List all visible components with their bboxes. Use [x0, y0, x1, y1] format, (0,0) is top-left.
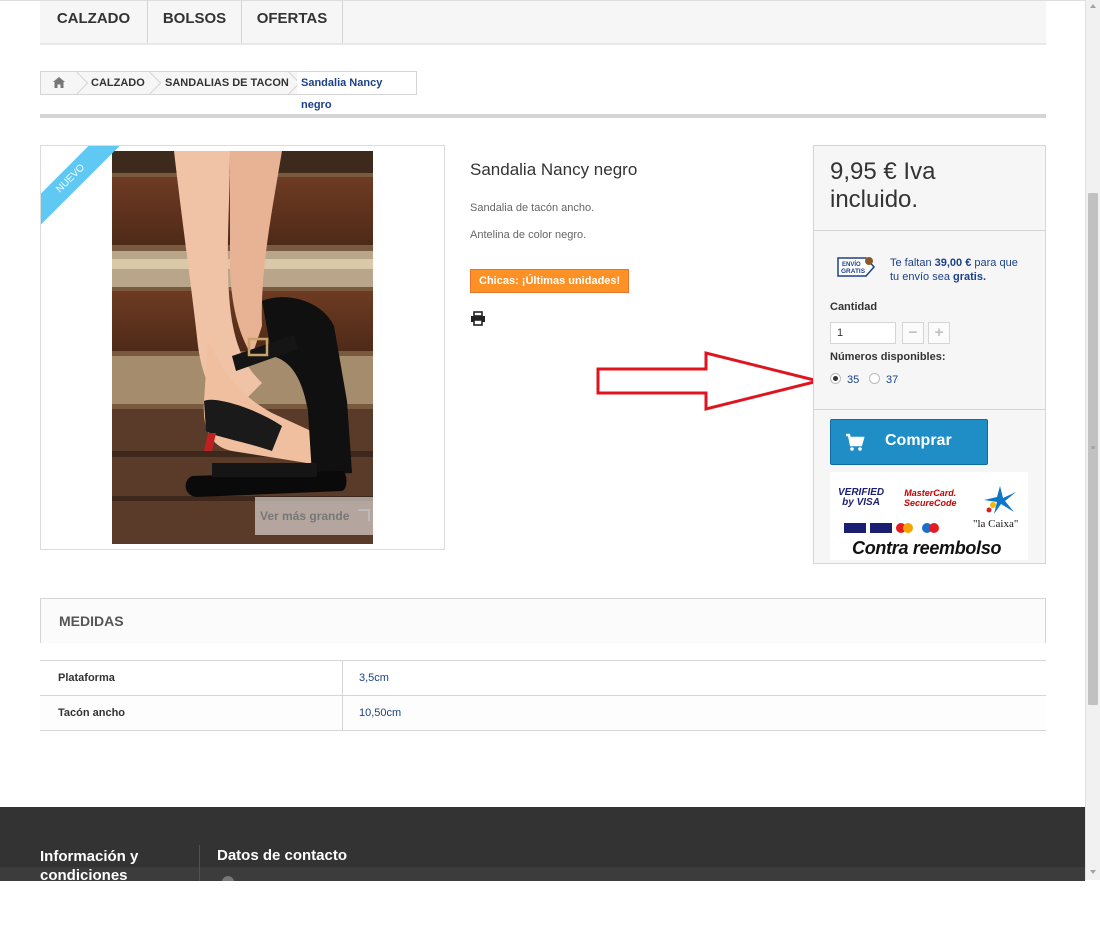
la-caixa-star-icon: [984, 486, 1016, 514]
breadcrumb-separator: [73, 73, 83, 93]
zoom-label: Ver más grande: [260, 509, 350, 523]
size-label: 35: [847, 374, 860, 386]
home-icon: [53, 77, 65, 88]
cart-icon: [846, 433, 865, 451]
buy-box: 9,95 € Iva incluido. ENVÍO GRATIS Te fal…: [813, 145, 1046, 564]
footer-contact-heading[interactable]: Datos de contacto: [217, 847, 347, 864]
svg-text:ENVÍO: ENVÍO: [842, 260, 861, 268]
grip-icon: ≡: [1091, 445, 1096, 452]
radio-unselected[interactable]: [869, 373, 880, 384]
scrollbar-thumb[interactable]: ≡: [1088, 193, 1098, 705]
menu-item-calzado[interactable]: CALZADO: [40, 1, 148, 43]
section-divider: [40, 114, 1046, 118]
card-logos-icon: [844, 523, 939, 533]
product-photo[interactable]: Ver más grande: [112, 151, 373, 544]
footer-info-heading[interactable]: Información y condiciones: [40, 847, 180, 881]
buy-button[interactable]: Comprar: [830, 419, 988, 465]
sandal-photo-icon: [112, 151, 373, 544]
quantity-plus-button[interactable]: +: [928, 322, 950, 344]
buy-button-label: Comprar: [885, 432, 952, 449]
breadcrumb-separator: [146, 73, 156, 93]
radio-selected[interactable]: [830, 373, 841, 384]
product-price: 9,95 € Iva incluido.: [830, 158, 936, 213]
svg-text:GRATIS: GRATIS: [841, 268, 866, 275]
quantity-minus-button[interactable]: −: [902, 322, 924, 344]
footer: Información y condiciones Datos de conta…: [0, 807, 1085, 881]
breadcrumb-separator: [285, 73, 295, 93]
scroll-down-arrow-icon[interactable]: [1090, 870, 1096, 874]
free-shipping-text: Te faltan 39,00 € para que tu envío sea …: [890, 256, 1030, 284]
row-key: Tacón ancho: [58, 707, 126, 719]
location-pin-icon: [222, 876, 234, 881]
size-option-37[interactable]: 37: [869, 373, 898, 386]
row-value: 10,50cm: [342, 696, 1039, 730]
scroll-up-arrow-icon[interactable]: [1090, 4, 1096, 8]
quantity-input[interactable]: 1: [830, 322, 896, 344]
table-row: Tacón ancho 10,50cm: [40, 695, 1046, 731]
table-row: Plataforma 3,5cm: [40, 660, 1046, 695]
measurements-table: Plataforma 3,5cm Tacón ancho 10,50cm: [40, 660, 1046, 731]
mc-line: MasterCard.: [904, 488, 957, 498]
breadcrumb-item-calzado[interactable]: CALZADO: [91, 72, 145, 94]
zoom-button[interactable]: Ver más grande: [255, 497, 373, 535]
mastercard-securecode-logo: MasterCard. SecureCode: [904, 488, 957, 508]
breadcrumb-current: Sandalia Nancy negro: [297, 72, 416, 111]
cash-on-delivery-logo: Contra reembolso: [852, 538, 1002, 558]
shipping-suffix: gratis.: [953, 271, 987, 283]
product-description-line: Antelina de color negro.: [470, 229, 587, 241]
sizes-label: Números disponibles:: [830, 351, 946, 363]
shipping-prefix: Te faltan: [890, 257, 935, 269]
menu-item-bolsos[interactable]: BOLSOS: [148, 1, 242, 43]
menu-item-ofertas[interactable]: OFERTAS: [242, 1, 343, 43]
top-menu: CALZADO BOLSOS OFERTAS: [40, 1, 1046, 45]
measurements-section-header: MEDIDAS: [40, 598, 1046, 643]
visa-line: by VISA: [842, 497, 880, 508]
mc-line: SecureCode: [904, 498, 957, 508]
size-label: 37: [886, 374, 899, 386]
expand-icon: [358, 509, 370, 521]
breadcrumb: CALZADO SANDALIAS DE TACON Sandalia Nanc…: [40, 71, 417, 111]
measurements-title: MEDIDAS: [59, 613, 124, 629]
footer-divider: [199, 845, 200, 881]
printer-icon[interactable]: [470, 311, 486, 327]
row-key: Plataforma: [58, 672, 115, 684]
shipping-amount: 39,00 €: [934, 257, 972, 269]
verified-by-visa-logo: VERIFIED by VISA: [838, 488, 884, 508]
product-title: Sandalia Nancy negro: [470, 160, 638, 179]
free-shipping-icon: ENVÍO GRATIS: [837, 257, 876, 277]
page-viewport: CALZADO BOLSOS OFERTAS CALZADO SANDALIAS…: [0, 0, 1085, 881]
divider: [814, 409, 1045, 410]
red-arrow-annotation: [596, 351, 819, 411]
quantity-label: Cantidad: [830, 301, 878, 313]
payment-logos: VERIFIED by VISA MasterCard. SecureCode "l…: [830, 472, 1028, 560]
stock-badge: Chicas: ¡Últimas unidades!: [470, 269, 630, 293]
row-value: 3,5cm: [342, 661, 1039, 695]
la-caixa-logo-text: "la Caixa": [973, 518, 1019, 530]
new-ribbon: NUEVO: [41, 146, 122, 230]
product-description-line: Sandalia de tacón ancho.: [470, 202, 595, 214]
breadcrumb-item-sandalias[interactable]: SANDALIAS DE TACON: [165, 72, 289, 94]
size-option-35[interactable]: 35: [830, 373, 859, 386]
product-image-box: Ver más grande NUEVO: [40, 145, 445, 550]
vertical-scrollbar[interactable]: ≡: [1085, 0, 1100, 880]
divider: [814, 230, 1045, 231]
